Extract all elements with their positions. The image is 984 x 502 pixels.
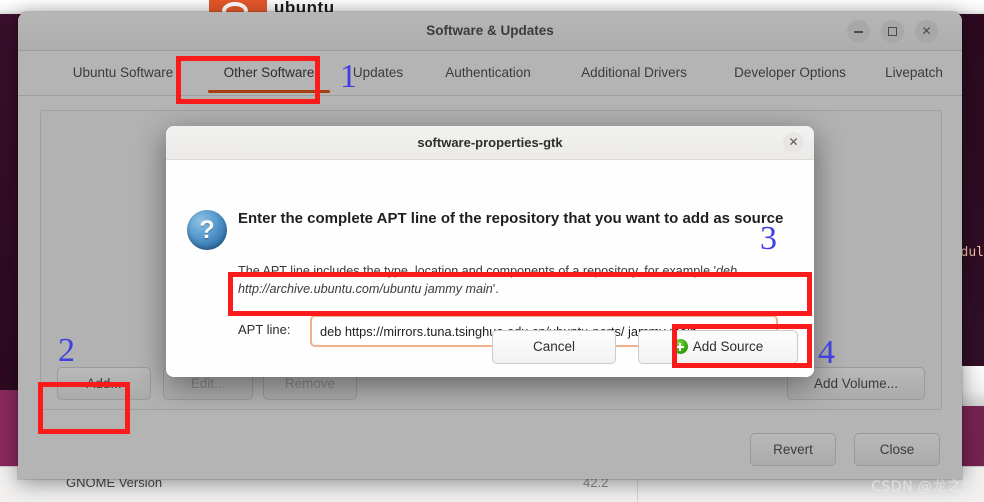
screenshot-root: ubuntu dul GNOME Version 42.2 Software &… [0,0,984,502]
dialog-close-button[interactable]: ✕ [783,132,804,153]
tab-bar: Ubuntu Software Other Software Updates A… [18,51,962,96]
minimize-button[interactable] [847,20,870,43]
revert-button[interactable]: Revert [750,433,836,466]
tab-developer-options[interactable]: Developer Options [712,51,868,95]
window-titlebar[interactable]: Software & Updates ✕ [18,12,962,51]
question-icon: ? [187,210,227,250]
close-window-button[interactable]: ✕ [915,20,938,43]
add-source-button[interactable]: Add Source [638,330,798,364]
cancel-button[interactable]: Cancel [492,330,616,364]
dialog-heading: Enter the complete APT line of the repos… [238,210,784,227]
add-source-label: Add Source [692,339,764,354]
add-button[interactable]: Add... [57,367,151,400]
tab-ubuntu-software[interactable]: Ubuntu Software [44,51,202,95]
tab-additional-drivers[interactable]: Additional Drivers [556,51,712,95]
close-button[interactable]: Close [854,433,940,466]
minimize-icon [854,31,863,33]
dialog-title: software-properties-gtk [417,135,563,150]
dialog-description-suffix: '. [492,282,499,297]
dialog-titlebar: software-properties-gtk ✕ [166,126,814,160]
tab-livepatch[interactable]: Livepatch [868,51,960,95]
background-right-text: dul [960,245,984,260]
close-icon: ✕ [788,135,799,149]
maximize-icon [888,27,897,36]
add-apt-line-dialog: software-properties-gtk ✕ ? Enter the co… [166,126,814,377]
dialog-description-prefix: The APT line includes the type, location… [238,264,716,278]
tab-authentication[interactable]: Authentication [420,51,556,95]
plus-circle-icon [672,339,688,354]
page-title: Software & Updates [426,23,554,38]
tab-updates[interactable]: Updates [336,51,420,95]
window-footer: Revert Close [18,423,962,479]
close-icon: ✕ [921,24,932,38]
tab-other-software[interactable]: Other Software [202,51,336,95]
question-mark-glyph: ? [199,216,215,244]
maximize-button[interactable] [881,20,904,43]
apt-line-label: APT line: [238,322,291,337]
dialog-body: ? Enter the complete APT line of the rep… [166,160,814,377]
dialog-description: The APT line includes the type, location… [238,262,763,299]
